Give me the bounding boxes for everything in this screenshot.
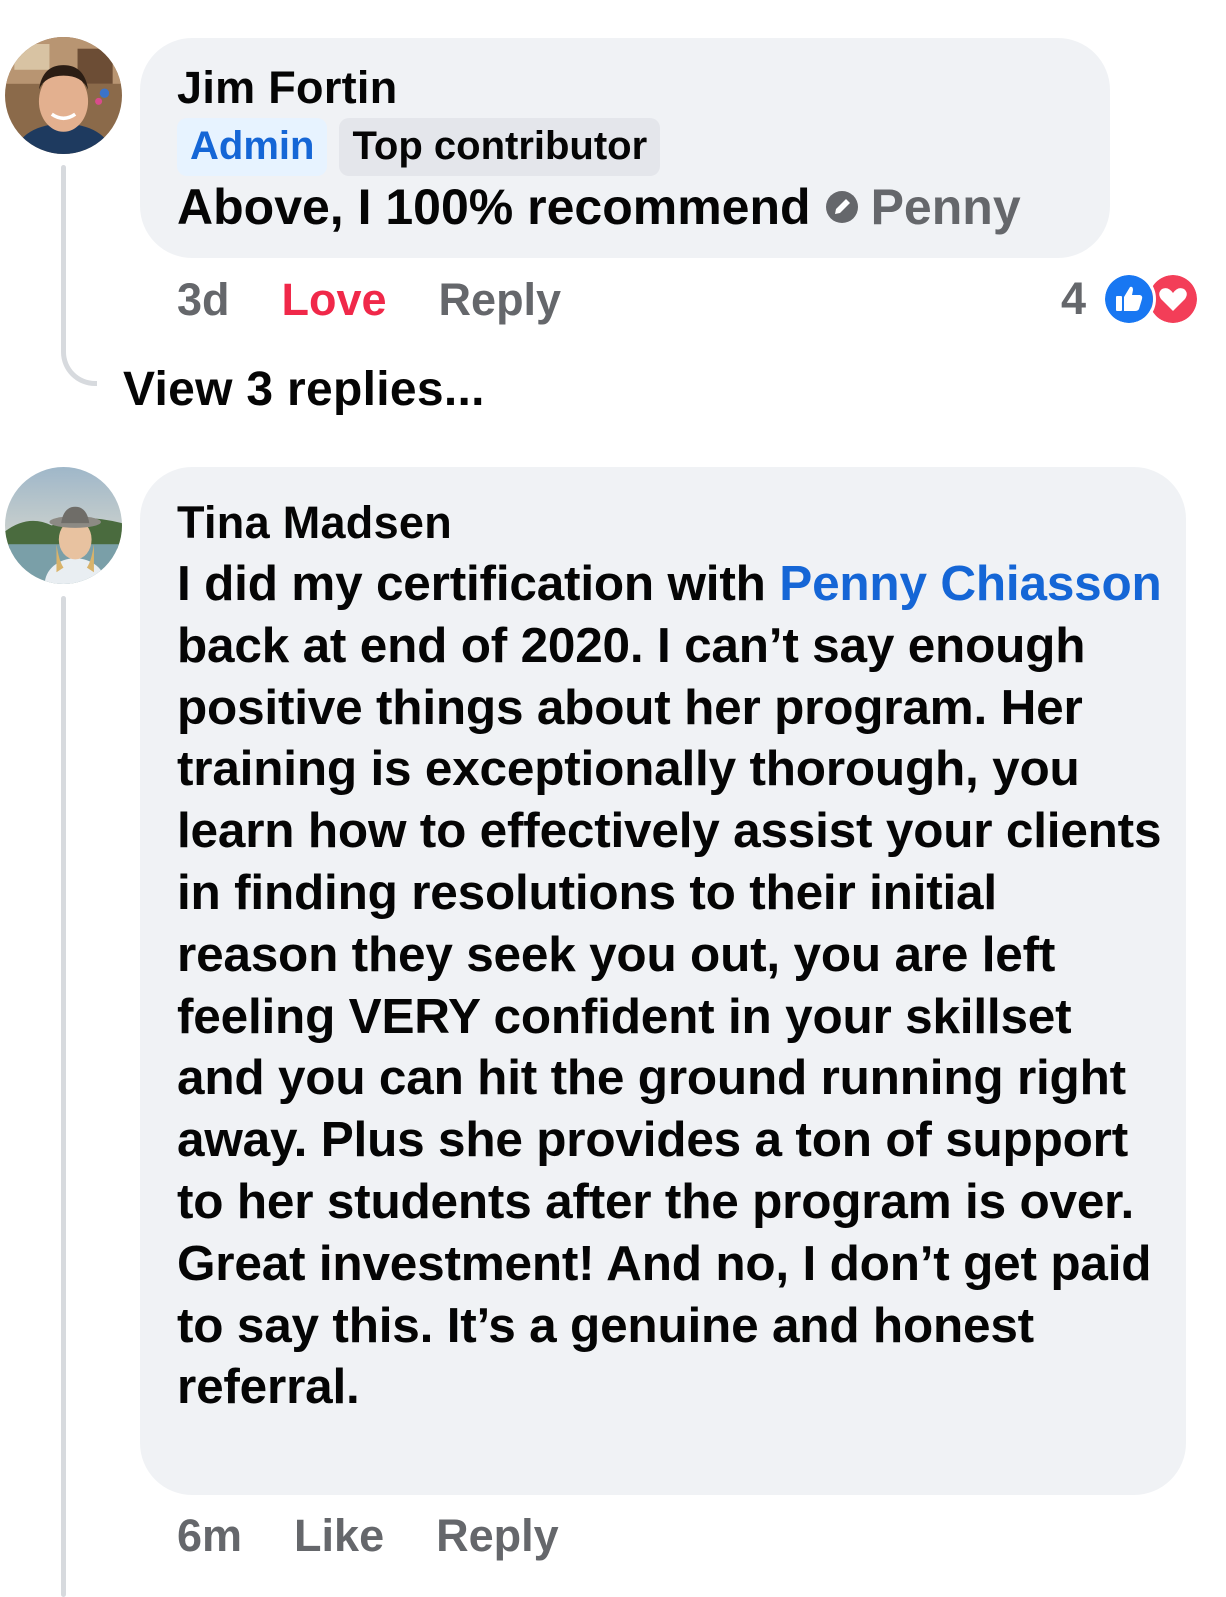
comment-author[interactable]: Jim Fortin xyxy=(177,60,1110,116)
love-button[interactable]: Love xyxy=(282,272,387,328)
avatar-photo xyxy=(5,37,122,154)
reaction-count: 4 xyxy=(1060,273,1086,324)
mention-link[interactable]: Penny Chiasson xyxy=(779,556,1162,611)
pencil-circle-icon xyxy=(825,191,858,223)
comment-actions: 3d Love Reply xyxy=(177,272,613,328)
reaction-summary[interactable]: 4 xyxy=(1061,272,1200,326)
comment-author[interactable]: Tina Madsen xyxy=(177,495,1166,551)
reply-button[interactable]: Reply xyxy=(439,272,562,328)
top-contributor-badge: Top contributor xyxy=(339,118,661,176)
comment-time[interactable]: 6m xyxy=(177,1508,242,1564)
comment-time[interactable]: 3d xyxy=(177,272,230,328)
avatar-jim-fortin[interactable] xyxy=(5,37,122,154)
view-replies-link[interactable]: View 3 replies... xyxy=(123,360,485,420)
comment-bubble[interactable]: Tina Madsen I did my certification with … xyxy=(140,467,1186,1495)
comment-body-rest: back at end of 2020. I can’t say enough … xyxy=(177,617,1162,1415)
comment-actions: 6m Like Reply xyxy=(177,1508,611,1564)
comment-bubble[interactable]: Jim Fortin Admin Top contributor Above, … xyxy=(140,38,1110,258)
admin-badge: Admin xyxy=(177,118,328,176)
like-icon xyxy=(1102,272,1156,326)
comment-body: Above, I 100% recommend xyxy=(177,179,811,235)
comment-text: I did my certification with Penny Chiass… xyxy=(177,553,1166,1418)
tagged-person[interactable]: Penny xyxy=(871,176,1021,238)
like-button[interactable]: Like xyxy=(294,1508,384,1564)
avatar-tina-madsen[interactable] xyxy=(5,467,122,584)
avatar-photo xyxy=(5,467,122,584)
comment-body-start: I did my certification with xyxy=(177,556,766,611)
author-badges: Admin Top contributor xyxy=(177,118,1110,176)
thread-line xyxy=(61,596,66,1597)
comment-text: Above, I 100% recommend Penny xyxy=(177,176,1110,238)
thread-line xyxy=(61,165,66,325)
reply-button[interactable]: Reply xyxy=(436,1508,559,1564)
thread-connector xyxy=(61,320,97,386)
